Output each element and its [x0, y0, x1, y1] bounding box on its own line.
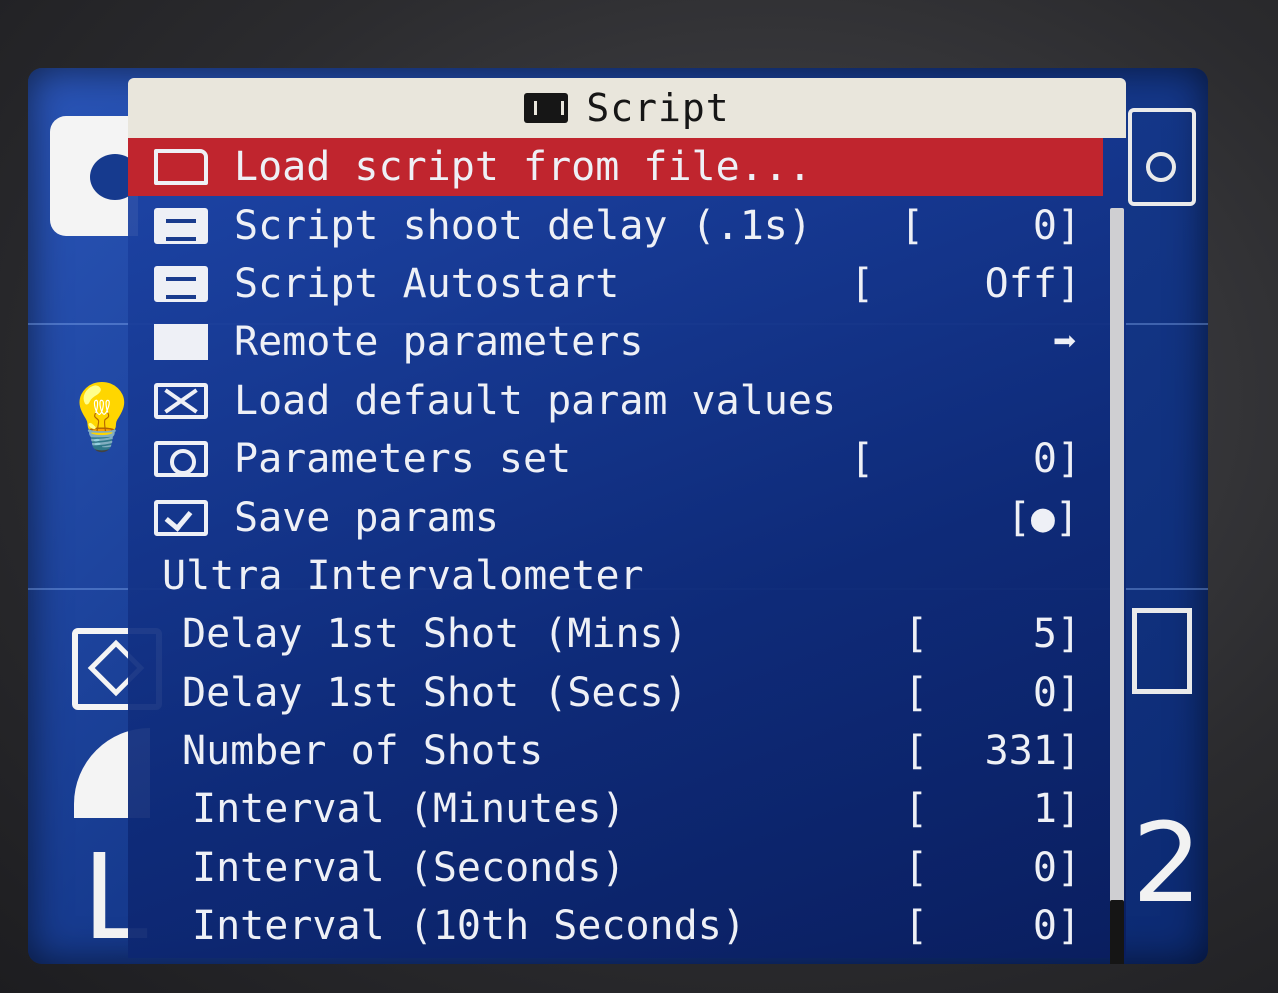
menu-item-label: Interval (Seconds) [192, 844, 626, 891]
camera-mode-icon [50, 116, 140, 236]
menu-item-value: 0] [1032, 903, 1081, 950]
menu-item-label: Remote parameters [234, 319, 644, 366]
menu-item-label: Interval (Minutes) [192, 786, 626, 833]
value-bracket: [ [904, 669, 929, 716]
value-bracket: [ [904, 903, 929, 950]
menu-item-save-params[interactable]: Save params [●] [128, 488, 1103, 546]
menu-item-load-script[interactable]: Load script from file... [128, 138, 1103, 197]
menu-item-value: Off] [984, 260, 1081, 307]
scrollbar-thumb[interactable] [1110, 900, 1124, 964]
value-bracket: [ [900, 202, 925, 249]
checkbox-icon [154, 499, 208, 536]
menu-item-script-shoot-delay[interactable]: Script shoot delay (.1s) [ 0] [128, 196, 1103, 254]
menu-item-value: 0] [1032, 202, 1081, 249]
menu-item-label: Script shoot delay (.1s) [234, 202, 812, 249]
value-icon [154, 207, 208, 244]
script-menu: Script Load script from file... Script s… [128, 78, 1126, 958]
value-bracket: [ [904, 728, 929, 775]
menu-item-label: Parameters set [234, 436, 572, 483]
menu-item-label: Delay 1st Shot (Secs) [182, 669, 688, 716]
menu-item-label: Delay 1st Shot (Mins) [182, 611, 688, 658]
value-bracket: [ [904, 786, 929, 833]
menu-item-label: Interval (10th Seconds) [192, 903, 746, 950]
flash-icon [1132, 608, 1192, 694]
menu-item-value: 0] [1032, 669, 1081, 716]
section-header-ultra-intervalometer: Ultra Intervalometer [128, 547, 1103, 605]
menu-item-label: Load script from file... [234, 144, 812, 191]
lcd-screen: 💡 L 2 Script Load script from file... Sc… [28, 68, 1208, 964]
save-params-toggle[interactable]: [●] [1007, 495, 1079, 541]
menu-item-remote-parameters[interactable]: Remote parameters ➡ [128, 313, 1103, 371]
value-icon [154, 265, 208, 302]
menu-list: Load script from file... Script shoot de… [128, 138, 1103, 955]
menu-item-delay-first-shot-mins[interactable]: Delay 1st Shot (Mins) [ 5] [128, 605, 1103, 663]
menu-item-label: Script Autostart [234, 260, 620, 307]
menu-item-interval-minutes[interactable]: Interval (Minutes) [ 1] [128, 780, 1103, 838]
value-bracket: [ [904, 844, 929, 891]
menu-item-delay-first-shot-secs[interactable]: Delay 1st Shot (Secs) [ 0] [128, 664, 1103, 722]
value-bracket: [ [850, 436, 875, 483]
menu-item-value: 5] [1032, 611, 1081, 658]
folder-icon [154, 149, 208, 186]
camera-icon [1128, 108, 1196, 206]
scrollbar-track[interactable] [1110, 208, 1124, 964]
value-bracket: [ [850, 260, 875, 307]
menu-item-load-default-params[interactable]: Load default param values [128, 372, 1103, 430]
menu-item-value: 1] [1032, 786, 1081, 833]
remote-icon [154, 324, 208, 361]
value-bracket: [ [904, 611, 929, 658]
arrow-right-icon: ➡ [1052, 319, 1077, 366]
menu-item-label: Load default param values [234, 377, 837, 424]
menu-item-label: Number of Shots [182, 728, 544, 775]
menu-item-interval-tenth-seconds[interactable]: Interval (10th Seconds) [ 0] [128, 897, 1103, 955]
menu-title: Script [586, 86, 730, 130]
script-icon [524, 93, 569, 123]
menu-item-parameters-set[interactable]: Parameters set [ 0] [128, 430, 1103, 488]
menu-item-value: 0] [1032, 844, 1081, 891]
menu-item-value: 331] [984, 728, 1081, 775]
cycle-icon [154, 441, 208, 478]
right-digit: 2 [1132, 799, 1202, 927]
menu-item-label: Save params [234, 494, 499, 541]
menu-item-interval-seconds[interactable]: Interval (Seconds) [ 0] [128, 839, 1103, 897]
menu-title-bar: Script [128, 78, 1126, 138]
reset-icon [154, 382, 208, 419]
menu-item-number-of-shots[interactable]: Number of Shots [ 331] [128, 722, 1103, 780]
section-label: Ultra Intervalometer [162, 552, 644, 599]
menu-item-script-autostart[interactable]: Script Autostart [ Off] [128, 255, 1103, 313]
menu-item-value: 0] [1032, 436, 1081, 483]
